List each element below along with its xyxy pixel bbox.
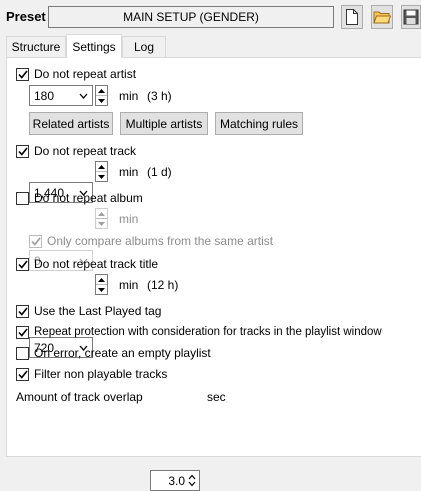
- track-minutes-spinner[interactable]: [95, 161, 108, 182]
- preset-field[interactable]: MAIN SETUP (GENDER): [48, 6, 334, 28]
- chevron-down-icon: [79, 93, 88, 99]
- filter-nonplayable-label: Filter non playable tracks: [34, 367, 168, 381]
- open-folder-icon: [373, 11, 391, 24]
- checkmark-icon: [17, 70, 28, 79]
- empty-playlist-checkbox[interactable]: On error, create an empty playlist: [16, 345, 211, 361]
- spin-down-icon: [98, 287, 105, 292]
- last-played-checkbox[interactable]: Use the Last Played tag: [16, 303, 161, 319]
- last-played-label: Use the Last Played tag: [34, 304, 162, 318]
- title-minutes-spinner[interactable]: [95, 274, 108, 295]
- checkbox-box: [16, 304, 29, 318]
- overlap-spinbox[interactable]: 3.0: [150, 470, 200, 491]
- open-button[interactable]: [371, 5, 393, 29]
- checkbox-box: [16, 191, 29, 205]
- overlap-label: Amount of track overlap: [16, 390, 143, 404]
- artist-minutes-value: 180: [34, 88, 55, 103]
- title-unit: min: [119, 278, 139, 292]
- spin-up-icon: [98, 88, 105, 93]
- artist-minutes-spinner[interactable]: [95, 85, 108, 106]
- repeat-artist-checkbox[interactable]: Do not repeat artist: [16, 66, 136, 82]
- checkmark-icon: [17, 147, 28, 156]
- checkmark-icon: [30, 237, 41, 246]
- repeat-title-label: Do not repeat track title: [34, 257, 159, 271]
- save-button[interactable]: [401, 5, 421, 29]
- track-hint: (1 d): [147, 165, 172, 179]
- tab-settings[interactable]: Settings: [66, 34, 122, 58]
- same-artist-checkbox[interactable]: Only compare albums from the same artist: [29, 233, 273, 249]
- album-unit: min: [119, 212, 139, 226]
- album-minutes-spinner[interactable]: [95, 208, 108, 229]
- preset-label: Preset: [6, 9, 46, 24]
- new-file-icon: [346, 9, 358, 25]
- checkmark-icon: [17, 307, 28, 316]
- spin-updown-icon: [188, 474, 196, 487]
- checkbox-box: [16, 67, 29, 81]
- repeat-protection-checkbox[interactable]: Repeat protection with consideration for…: [16, 324, 382, 340]
- repeat-artist-label: Do not repeat artist: [34, 67, 137, 81]
- tab-structure[interactable]: Structure: [6, 36, 66, 57]
- repeat-protection-label: Repeat protection with consideration for…: [34, 326, 382, 338]
- overlap-unit: sec: [207, 390, 226, 404]
- title-hint: (12 h): [147, 278, 179, 292]
- repeat-title-checkbox[interactable]: Do not repeat track title: [16, 256, 158, 272]
- spin-down-icon: [98, 98, 105, 103]
- checkbox-box: [16, 346, 29, 360]
- spin-down-icon: [98, 174, 105, 179]
- repeat-album-label: Do not repeat album: [34, 191, 143, 205]
- empty-playlist-label: On error, create an empty playlist: [34, 346, 211, 360]
- save-icon: [403, 9, 419, 25]
- tab-log[interactable]: Log: [122, 36, 166, 57]
- multiple-artists-button[interactable]: Multiple artists: [120, 112, 208, 135]
- spin-down-icon: [98, 221, 105, 226]
- checkbox-box: [16, 144, 29, 158]
- checkbox-box: [16, 325, 29, 339]
- checkbox-box: [16, 257, 29, 271]
- artist-unit: min: [119, 89, 139, 103]
- checkmark-icon: [17, 260, 28, 269]
- new-button[interactable]: [341, 5, 363, 29]
- overlap-value: 3.0: [168, 473, 185, 488]
- filter-nonplayable-checkbox[interactable]: Filter non playable tracks: [16, 366, 167, 382]
- spin-up-icon: [98, 211, 105, 216]
- artist-minutes-combo[interactable]: 180: [29, 85, 93, 106]
- spin-up-icon: [98, 277, 105, 282]
- spin-up-icon: [98, 164, 105, 169]
- checkmark-icon: [17, 328, 28, 337]
- repeat-track-checkbox[interactable]: Do not repeat track: [16, 143, 136, 159]
- same-artist-label: Only compare albums from the same artist: [47, 234, 274, 248]
- track-unit: min: [119, 165, 139, 179]
- checkmark-icon: [17, 370, 28, 379]
- checkbox-box: [16, 367, 29, 381]
- related-artists-button[interactable]: Related artists: [29, 112, 113, 135]
- repeat-album-checkbox[interactable]: Do not repeat album: [16, 190, 143, 206]
- checkbox-box: [29, 234, 42, 248]
- matching-rules-button[interactable]: Matching rules: [215, 112, 303, 135]
- repeat-track-label: Do not repeat track: [34, 144, 137, 158]
- artist-hint: (3 h): [147, 89, 172, 103]
